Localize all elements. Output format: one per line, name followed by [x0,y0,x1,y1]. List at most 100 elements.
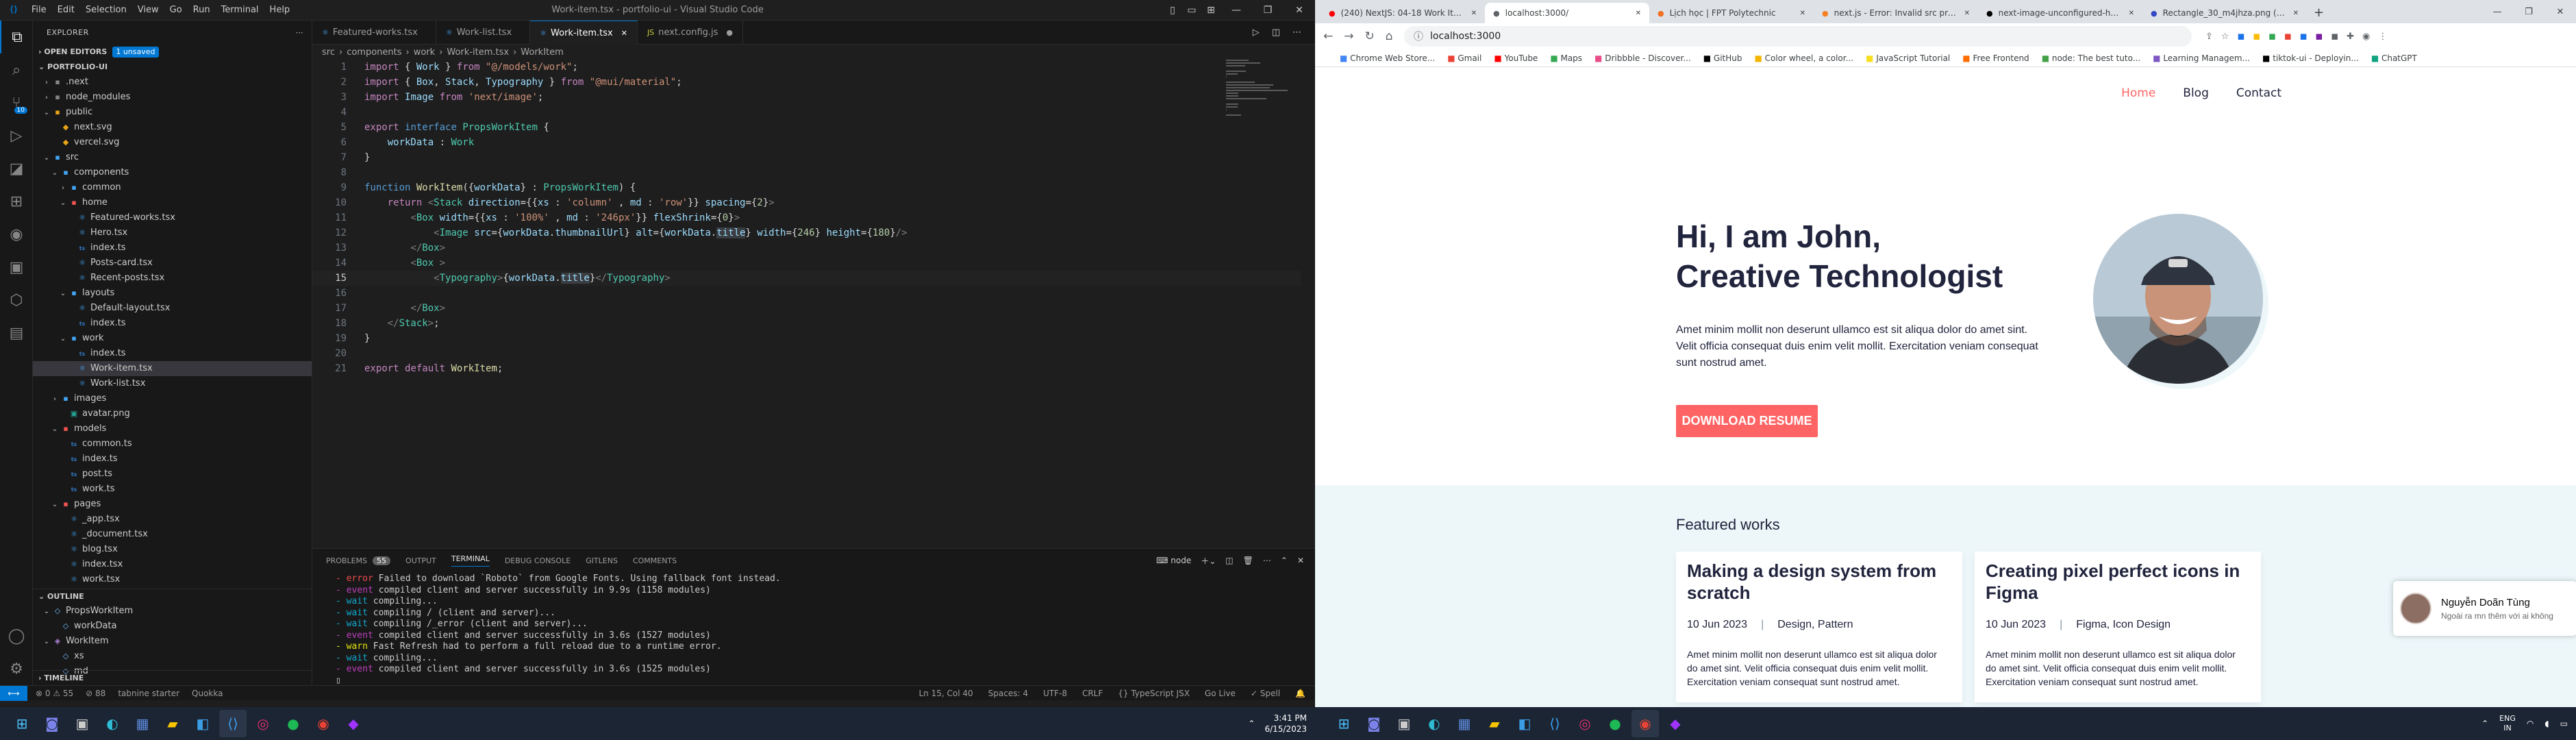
tray-chevron-icon[interactable]: ⌃ [1248,719,1255,728]
browser-tab-close-icon[interactable]: ✕ [2129,10,2134,17]
tree-item[interactable]: › ▪ common [33,180,312,195]
minimap[interactable] [1226,60,1301,197]
windows-start-icon[interactable]: ⊞ [1330,710,1358,737]
status-item[interactable]: tabnine starter [118,689,179,698]
browser-tab-close-icon[interactable]: ✕ [1636,10,1641,17]
project-section[interactable]: ⌄ PORTFOLIO-UI [33,60,312,75]
tree-item[interactable]: ⌄ ▪ pages [33,497,312,512]
panel-tab-comments[interactable]: COMMENTS [633,556,677,565]
breadcrumb-item[interactable]: src [322,47,335,58]
settings-gear-icon[interactable]: ⚙ [0,652,33,685]
kill-terminal-icon[interactable]: 🗑 [1243,556,1253,565]
browser-tab-close-icon[interactable]: ✕ [1800,10,1805,17]
volume-icon[interactable]: ◖ [2544,719,2549,728]
profile-avatar-icon[interactable]: ◉ [2362,32,2370,42]
bookmark-item[interactable]: ■ Free Frontend [1962,53,2029,63]
vscode-app-icon[interactable]: ⟨⟩ [1541,710,1568,737]
tree-item[interactable]: ◇ workData [33,619,312,634]
store-app-icon[interactable]: ◧ [189,710,216,737]
home-icon[interactable]: ⌂ [1386,29,1393,43]
terminal-shell-label[interactable]: ⌨ node [1156,556,1191,565]
extensions-icon[interactable]: ⊞ [0,185,33,218]
panel-more-icon[interactable]: ⋯ [1263,556,1271,565]
wifi-icon[interactable]: ◠ [2527,719,2534,728]
nav-contact[interactable]: Contact [2236,86,2281,100]
tree-item[interactable]: › ▪ .next [33,75,312,90]
bookmark-item[interactable]: ■ Color wheel, a color... [1755,53,1854,63]
layout-panel-icon[interactable]: ▭ [1182,0,1201,21]
panel-tab-debug-console[interactable]: DEBUG CONSOLE [505,556,571,565]
code-editor[interactable]: 1 import { Work } from "@/models/work"; 2 i… [312,60,1301,546]
store-app-icon[interactable]: ◧ [1511,710,1538,737]
tab-work-list-tsx[interactable]: ⚛ Work-list.tsx [436,21,531,45]
extensions-puzzle-icon[interactable]: ✚ [2347,32,2354,42]
terminal-app-icon[interactable]: ▣ [1390,710,1418,737]
tree-item[interactable]: ◆ vercel.svg [33,135,312,150]
run-debug-icon[interactable]: ▷ [0,119,33,152]
tree-item[interactable]: ⚛ _app.tsx [33,512,312,527]
status-item[interactable]: Ln 15, Col 40 [919,689,973,698]
tree-item[interactable]: ts index.ts [33,316,312,331]
menu-run[interactable]: Run [188,0,216,21]
tree-item[interactable]: › ▪ images [33,391,312,406]
split-terminal-icon[interactable]: ◫ [1225,556,1233,565]
status-item[interactable]: Go Live [1205,689,1236,698]
tree-item[interactable]: ts index.ts [33,346,312,361]
nav-home[interactable]: Home [2121,86,2155,100]
gitlens-icon[interactable]: ◉ [0,218,33,251]
browser-tab[interactable]: ● localhost:3000/ ✕ [1485,3,1649,23]
input-label[interactable]: IN [2499,724,2516,733]
browser-menu-icon[interactable]: ⋮ [2378,32,2387,42]
extension-b-icon[interactable]: ◼ [2253,32,2260,42]
spotify-app-icon[interactable]: ● [1601,710,1629,737]
file-explorer-icon[interactable]: ▰ [1481,710,1508,737]
menu-file[interactable]: File [26,0,52,21]
tree-item[interactable]: ⌄ ▪ models [33,421,312,436]
browser-tab[interactable]: ● (240) NextJS: 04-18 Work Item U... ✕ [1321,3,1485,23]
extension-f-icon[interactable]: ◼ [2316,32,2323,42]
account-icon[interactable]: ◯ [0,619,33,652]
editor-more-icon[interactable]: ⋯ [1292,27,1301,38]
remote-explorer-icon[interactable]: ▣ [0,251,33,284]
browser-close-button[interactable]: ✕ [2544,7,2576,17]
tree-item[interactable]: ⚛ Featured-works.tsx [33,210,312,225]
chat-notification[interactable]: Nguyễn Doãn Tùng Ngoài ra mn thêm với ai… [2393,581,2576,636]
terminal-app-icon[interactable]: ▣ [68,710,96,737]
tree-item[interactable]: ▣ avatar.png [33,406,312,421]
reload-icon[interactable]: ↻ [1365,29,1375,43]
tree-item[interactable]: ⌄ ▪ home [33,195,312,210]
tree-item[interactable]: ⚛ Posts-card.tsx [33,256,312,271]
breadcrumb-item[interactable]: Work-item.tsx [447,47,509,58]
clock-date[interactable]: 6/15/2023 [1264,724,1307,735]
menu-help[interactable]: Help [264,0,296,21]
maximize-panel-icon[interactable]: ⌃ [1281,556,1288,565]
status-item[interactable]: ⊘ 88 [86,689,105,698]
calculator-app-icon[interactable]: ▦ [1451,710,1478,737]
extension-e-icon[interactable]: ◼ [2300,32,2308,42]
split-editor-icon[interactable]: ◫ [1272,27,1280,38]
bookmark-item[interactable]: ■ ChatGPT [2371,53,2417,63]
panel-tab-terminal[interactable]: TERMINAL [451,554,490,567]
open-editors-section[interactable]: › OPEN EDITORS 1 unsaved [33,45,312,60]
extension-d-icon[interactable]: ◼ [2284,32,2292,42]
tree-item[interactable]: ⚛ Hero.tsx [33,225,312,241]
outline-section[interactable]: ⌄ OUTLINE [33,589,312,604]
browser-tab[interactable]: ● Lịch học | FPT Polytechnic ✕ [1649,3,1814,23]
tab-work-item-tsx[interactable]: ⚛ Work-item.tsx ✕ [530,21,638,45]
messenger-app-icon[interactable]: ◆ [1662,710,1689,737]
work-card[interactable]: Making a design system from scratch 10 J… [1676,552,1962,702]
tree-item[interactable]: ts index.ts [33,241,312,256]
vscode-app-icon[interactable]: ⟨⟩ [219,710,247,737]
menu-view[interactable]: View [132,0,164,21]
browser-tab[interactable]: ● Rectangle_30_m4jhza.png (246×... ✕ [2142,3,2307,23]
tree-item[interactable]: ⌄ ▪ layouts [33,286,312,301]
close-button[interactable]: ✕ [1284,0,1315,21]
bookmark-item[interactable]: ■ Gmail [1447,53,1481,63]
extension-c-icon[interactable]: ◼ [2268,32,2276,42]
breadcrumb-item[interactable]: work [414,47,435,58]
docker-icon[interactable]: ◪ [0,152,33,185]
menu-go[interactable]: Go [164,0,188,21]
windows-start-icon[interactable]: ⊞ [8,710,36,737]
bookmark-item[interactable]: ■ Chrome Web Store... [1340,53,1435,63]
more-actions-icon[interactable]: ⋯ [296,21,304,45]
